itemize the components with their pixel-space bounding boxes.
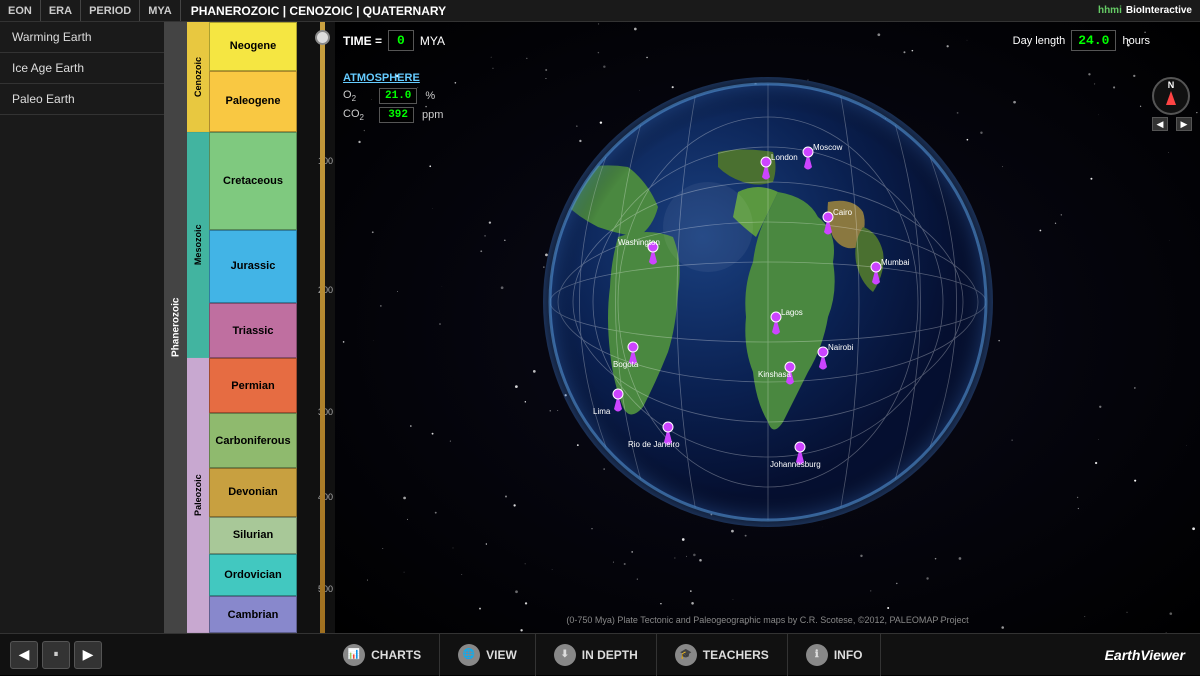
svg-text:Rio de Janeiro: Rio de Janeiro bbox=[628, 440, 680, 449]
period-jurassic[interactable]: Jurassic bbox=[209, 230, 297, 303]
svg-text:Johannesburg: Johannesburg bbox=[770, 460, 821, 469]
day-length-value: 24.0 bbox=[1071, 30, 1116, 51]
period-silurian[interactable]: Silurian bbox=[209, 517, 297, 554]
eon-column: Phanerozoic bbox=[165, 22, 187, 633]
o2-row: O2 21.0 % bbox=[343, 88, 443, 104]
slider-track bbox=[320, 22, 325, 633]
cenozoic-era-label: Cenozoic bbox=[187, 22, 209, 132]
compass-nav-left[interactable]: ◀ bbox=[1152, 117, 1168, 131]
globe-container[interactable]: London Moscow Cairo Mumbai bbox=[518, 52, 1018, 552]
time-unit: MYA bbox=[420, 34, 445, 48]
o2-unit: % bbox=[425, 90, 435, 102]
co2-unit: ppm bbox=[422, 109, 443, 121]
co2-row: CO2 392 ppm bbox=[343, 107, 443, 123]
mya-column-header: MYA bbox=[140, 0, 180, 21]
time-value: 0 bbox=[388, 30, 414, 51]
era-column-header: ERA bbox=[41, 0, 81, 21]
day-length-label: Day length bbox=[1013, 35, 1066, 47]
period-ordovician[interactable]: Ordovician bbox=[209, 554, 297, 597]
in-depth-nav-item[interactable]: ⬇ IN DEPTH bbox=[536, 634, 657, 676]
compass-arrow bbox=[1166, 91, 1176, 105]
left-sidebar: Warming Earth Ice Age Earth Paleo Earth bbox=[0, 22, 165, 633]
view-icon: 🌐 bbox=[458, 644, 480, 666]
charts-icon: 📊 bbox=[343, 644, 365, 666]
page-title: PHANEROZOIC | CENOZOIC | QUATERNARY bbox=[181, 4, 1098, 18]
co2-formula: CO2 bbox=[343, 108, 371, 122]
info-label: INFO bbox=[834, 648, 863, 662]
svg-text:London: London bbox=[771, 153, 798, 162]
info-nav-item[interactable]: ℹ INFO bbox=[788, 634, 882, 676]
period-neogene[interactable]: Neogene bbox=[209, 22, 297, 71]
svg-text:Lima: Lima bbox=[593, 407, 611, 416]
period-cretaceous[interactable]: Cretaceous bbox=[209, 132, 297, 230]
era-column: Cenozoic Mesozoic Paleozoic bbox=[187, 22, 209, 633]
charts-label: CHARTS bbox=[371, 648, 421, 662]
compass-circle: N bbox=[1152, 77, 1190, 115]
period-triassic[interactable]: Triassic bbox=[209, 303, 297, 358]
compass-nav-right[interactable]: ▶ bbox=[1176, 117, 1192, 131]
in-depth-icon: ⬇ bbox=[554, 644, 576, 666]
time-display: TIME = 0 MYA bbox=[343, 30, 445, 51]
phanerozoic-eon-label: Phanerozoic bbox=[165, 22, 187, 633]
view-nav-item[interactable]: 🌐 VIEW bbox=[440, 634, 536, 676]
svg-text:Lagos: Lagos bbox=[781, 308, 803, 317]
svg-text:Cairo: Cairo bbox=[833, 208, 853, 217]
atmosphere-title: ATMOSPHERE bbox=[343, 72, 443, 84]
teachers-nav-item[interactable]: 🎓 TEACHERS bbox=[657, 634, 788, 676]
pause-button[interactable]: ⏸ bbox=[42, 641, 70, 669]
in-depth-label: IN DEPTH bbox=[582, 648, 638, 662]
geological-time-scale: Phanerozoic Cenozoic Mesozoic Paleozoic … bbox=[165, 22, 335, 633]
o2-formula: O2 bbox=[343, 89, 371, 103]
view-label: VIEW bbox=[486, 648, 517, 662]
atmosphere-panel: ATMOSPHERE O2 21.0 % CO2 392 ppm bbox=[343, 72, 443, 126]
period-column-header: PERIOD bbox=[81, 0, 140, 21]
eon-column-header: EON bbox=[0, 0, 41, 21]
compass: N ◀ ▶ bbox=[1152, 77, 1192, 117]
main-content: TIME = 0 MYA Day length 24.0 hours ATMOS… bbox=[335, 22, 1200, 633]
top-header: EON ERA PERIOD MYA PHANEROZOIC | CENOZOI… bbox=[0, 0, 1200, 22]
info-icon: ℹ bbox=[806, 644, 828, 666]
map-credit: (0-750 Mya) Plate Tectonic and Paleogeog… bbox=[335, 615, 1200, 625]
svg-text:Kinshasa: Kinshasa bbox=[758, 370, 791, 379]
bottom-nav: ◀ ⏸ ▶ 📊 CHARTS 🌐 VIEW ⬇ IN DEPTH 🎓 TEACH… bbox=[0, 633, 1200, 675]
co2-value: 392 bbox=[379, 107, 414, 123]
day-length-display: Day length 24.0 hours bbox=[1013, 30, 1150, 51]
period-column: NeogenePaleogeneCretaceousJurassicTriass… bbox=[209, 22, 299, 633]
svg-text:Mumbai: Mumbai bbox=[881, 258, 910, 267]
teachers-icon: 🎓 bbox=[675, 644, 697, 666]
time-label: TIME = bbox=[343, 34, 382, 48]
nav-items: 📊 CHARTS 🌐 VIEW ⬇ IN DEPTH 🎓 TEACHERS ℹ … bbox=[102, 634, 1105, 676]
biointeractive-logo: BioInteractive bbox=[1126, 5, 1200, 16]
prev-button[interactable]: ◀ bbox=[10, 641, 38, 669]
globe[interactable]: London Moscow Cairo Mumbai bbox=[518, 52, 1018, 552]
period-paleogene[interactable]: Paleogene bbox=[209, 71, 297, 132]
paleozoic-era-label: Paleozoic bbox=[187, 358, 209, 633]
period-devonian[interactable]: Devonian bbox=[209, 468, 297, 517]
svg-text:Bogota: Bogota bbox=[613, 360, 639, 369]
slider-thumb[interactable] bbox=[315, 30, 330, 45]
hhmi-logo: hhmi bbox=[1098, 5, 1126, 16]
period-permian[interactable]: Permian bbox=[209, 358, 297, 413]
time-slider[interactable] bbox=[315, 22, 330, 633]
svg-text:Washington: Washington bbox=[618, 238, 660, 247]
svg-text:Nairobi: Nairobi bbox=[828, 343, 854, 352]
next-button[interactable]: ▶ bbox=[74, 641, 102, 669]
playback-controls: ◀ ⏸ ▶ bbox=[0, 641, 102, 669]
sidebar-item-paleo-earth[interactable]: Paleo Earth bbox=[0, 84, 164, 115]
period-cambrian[interactable]: Cambrian bbox=[209, 596, 297, 633]
sidebar-item-warming-earth[interactable]: Warming Earth bbox=[0, 22, 164, 53]
o2-value: 21.0 bbox=[379, 88, 417, 104]
compass-north-label: N bbox=[1168, 80, 1175, 90]
charts-nav-item[interactable]: 📊 CHARTS bbox=[325, 634, 440, 676]
svg-text:Moscow: Moscow bbox=[813, 143, 843, 152]
teachers-label: TEACHERS bbox=[703, 648, 769, 662]
sidebar-item-ice-age-earth[interactable]: Ice Age Earth bbox=[0, 53, 164, 84]
period-carboniferous[interactable]: Carboniferous bbox=[209, 413, 297, 468]
day-length-unit: hours bbox=[1122, 35, 1150, 47]
mesozoic-era-label: Mesozoic bbox=[187, 132, 209, 358]
earthviewer-logo: EarthViewer bbox=[1105, 647, 1200, 663]
